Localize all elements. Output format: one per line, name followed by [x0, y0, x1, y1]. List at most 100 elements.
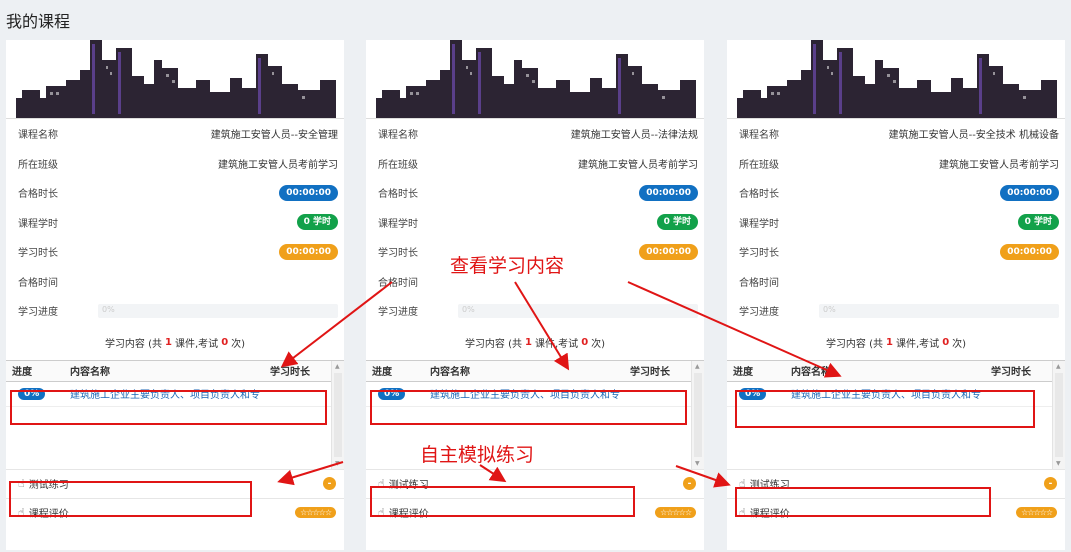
col-time-header: 学习时长 [991, 367, 1031, 378]
course-card: 课程名称 建筑施工安管人员--法律法规 所在班级 建筑施工安管人员考前学习 合格时长… [366, 40, 704, 550]
pass-time-row: 合格时长 00:00:00 [366, 178, 704, 208]
summary-suffix: 次) [952, 339, 967, 350]
practice-link[interactable]: 测试练习 [750, 476, 790, 491]
table-row[interactable]: 0% 建筑施工企业主要负责人、项目负责人和专 [6, 382, 332, 407]
table-scrollbar[interactable]: ▲ ▼ [331, 360, 344, 469]
scroll-up-icon[interactable]: ▲ [335, 363, 340, 370]
scroll-thumb[interactable] [1055, 372, 1063, 457]
hand-pointer-icon: ☝ [739, 506, 746, 519]
page-title: 我的课程 [6, 12, 71, 31]
summary-courses-count: 1 [886, 337, 893, 348]
progress-text: 0% [102, 304, 115, 314]
practice-status-badge: - [323, 477, 336, 490]
field-label: 学习进度 [18, 307, 58, 319]
review-link[interactable]: 课程评价 [29, 505, 69, 520]
table-header: 进度 内容名称 学习时长 [366, 360, 692, 382]
summary-exams-count: 0 [581, 337, 589, 348]
field-label: 课程学时 [378, 218, 418, 230]
scroll-down-icon[interactable]: ▼ [1056, 460, 1061, 467]
practice-link[interactable]: 测试练习 [389, 476, 429, 491]
content-item-link[interactable]: 建筑施工企业主要负责人、项目负责人和专 [424, 386, 620, 401]
content-summary: 学习内容 (共 1 课件,考试 0 次) [6, 326, 344, 360]
summary-mid: 课件,考试 [535, 339, 579, 350]
class-name-value: 建筑施工安管人员考前学习 [218, 159, 338, 171]
scroll-up-icon[interactable]: ▲ [695, 363, 700, 370]
practice-row[interactable]: ☝ 测试练习 - [727, 468, 1065, 498]
class-name-value: 建筑施工安管人员考前学习 [939, 159, 1059, 171]
table-row[interactable]: 0% 建筑施工企业主要负责人、项目负责人和专 [366, 382, 692, 407]
pass-time-badge: 00:00:00 [1000, 184, 1059, 201]
content-table: 进度 内容名称 学习时长 0% 建筑施工企业主要负责人、项目负责人和专 ▲ ▼ [727, 359, 1065, 469]
field-label: 合格时长 [378, 189, 418, 201]
field-label: 学习进度 [739, 307, 779, 319]
field-label: 合格时间 [739, 277, 779, 289]
hours-row: 课程学时 0 学时 [727, 208, 1065, 238]
review-row[interactable]: ☝ 课程评价 ☆☆☆☆☆ [727, 497, 1065, 527]
scroll-up-icon[interactable]: ▲ [1056, 363, 1061, 370]
study-time-badge: 00:00:00 [1000, 243, 1059, 260]
content-table: 进度 内容名称 学习时长 0% 建筑施工企业主要负责人、项目负责人和专 ▲ ▼ [366, 359, 704, 469]
field-label: 学习时长 [378, 248, 418, 260]
table-header: 进度 内容名称 学习时长 [6, 360, 332, 382]
rating-stars[interactable]: ☆☆☆☆☆ [295, 507, 336, 518]
scroll-thumb[interactable] [694, 372, 702, 457]
pass-time-badge: 00:00:00 [639, 184, 698, 201]
class-row: 所在班级 建筑施工安管人员考前学习 [366, 149, 704, 179]
hand-pointer-icon: ☝ [378, 477, 385, 490]
review-row[interactable]: ☝ 课程评价 ☆☆☆☆☆ [6, 497, 344, 527]
progress-row: 学习进度 0% [6, 296, 344, 326]
content-item-link[interactable]: 建筑施工企业主要负责人、项目负责人和专 [785, 386, 981, 401]
course-name-value: 建筑施工安管人员--法律法规 [570, 130, 698, 142]
content-table: 进度 内容名称 学习时长 0% 建筑施工企业主要负责人、项目负责人和专 ▲ ▼ [6, 359, 344, 469]
table-header: 进度 内容名称 学习时长 [727, 360, 1053, 382]
scroll-thumb[interactable] [334, 372, 342, 457]
field-label: 学习进度 [378, 307, 418, 319]
course-card: 课程名称 建筑施工安管人员--安全管理 所在班级 建筑施工安管人员考前学习 合格时长… [6, 40, 344, 550]
field-label: 学习时长 [739, 248, 779, 260]
hours-badge: 0 学时 [296, 214, 338, 231]
class-name-value: 建筑施工安管人员考前学习 [578, 159, 698, 171]
hours-row: 课程学时 0 学时 [366, 208, 704, 238]
col-time-header: 学习时长 [270, 367, 310, 378]
table-scrollbar[interactable]: ▲ ▼ [691, 360, 704, 469]
review-link[interactable]: 课程评价 [389, 505, 429, 520]
table-scrollbar[interactable]: ▲ ▼ [1052, 360, 1065, 469]
course-name-value: 建筑施工安管人员--安全技术 机械设备 [888, 130, 1059, 142]
progress-bar: 0% [819, 303, 1059, 318]
class-row: 所在班级 建筑施工安管人员考前学习 [6, 149, 344, 179]
hours-row: 课程学时 0 学时 [6, 208, 344, 238]
progress-bar: 0% [98, 303, 338, 318]
review-link[interactable]: 课程评价 [750, 505, 790, 520]
field-label: 课程学时 [18, 218, 58, 230]
summary-courses-count: 1 [165, 337, 172, 348]
table-row[interactable]: 0% 建筑施工企业主要负责人、项目负责人和专 [727, 382, 1053, 407]
study-time-row: 学习时长 00:00:00 [6, 237, 344, 267]
col-time-header: 学习时长 [630, 367, 670, 378]
summary-suffix: 次) [591, 339, 606, 350]
scroll-down-icon[interactable]: ▼ [335, 460, 340, 467]
practice-row[interactable]: ☝ 测试练习 - [366, 468, 704, 498]
col-progress-header: 进度 [12, 367, 32, 378]
practice-row[interactable]: ☝ 测试练习 - [6, 468, 344, 498]
col-progress-header: 进度 [733, 367, 753, 378]
col-progress-header: 进度 [372, 367, 392, 378]
course-cover-image[interactable] [6, 40, 344, 119]
pass-date-row: 合格时间 [6, 267, 344, 297]
practice-link[interactable]: 测试练习 [29, 476, 69, 491]
summary-mid: 课件,考试 [896, 339, 940, 350]
rating-stars[interactable]: ☆☆☆☆☆ [1016, 507, 1057, 518]
pass-date-row: 合格时间 [727, 267, 1065, 297]
course-cover-image[interactable] [727, 40, 1065, 119]
course-cover-image[interactable] [366, 40, 704, 119]
field-label: 合格时间 [18, 277, 58, 289]
scroll-down-icon[interactable]: ▼ [695, 460, 700, 467]
pass-time-row: 合格时长 00:00:00 [727, 178, 1065, 208]
review-row[interactable]: ☝ 课程评价 ☆☆☆☆☆ [366, 497, 704, 527]
progress-text: 0% [823, 304, 836, 314]
practice-status-badge: - [1044, 477, 1057, 490]
field-label: 学习时长 [18, 248, 58, 260]
progress-row: 学习进度 0% [727, 296, 1065, 326]
hand-pointer-icon: ☝ [378, 506, 385, 519]
content-item-link[interactable]: 建筑施工企业主要负责人、项目负责人和专 [64, 386, 260, 401]
rating-stars[interactable]: ☆☆☆☆☆ [655, 507, 696, 518]
